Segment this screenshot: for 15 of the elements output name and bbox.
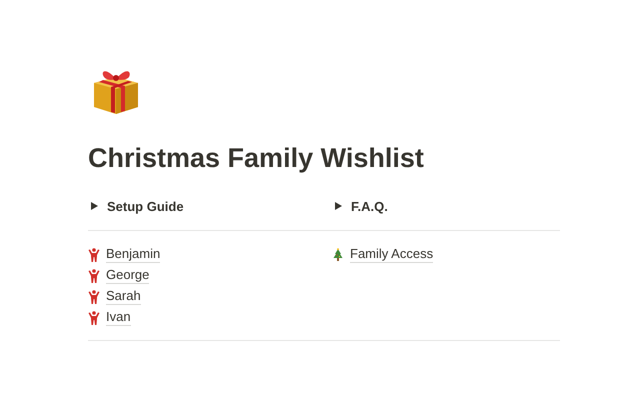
toggle-label[interactable]: Setup Guide — [107, 198, 184, 214]
page-title: Christmas Family Wishlist — [88, 142, 425, 174]
page-link[interactable]: Ivan — [106, 309, 131, 326]
person-icon — [88, 248, 100, 262]
toggle-arrow-icon[interactable] — [90, 202, 98, 210]
person-icon — [88, 310, 100, 324]
christmas-tree-icon — [332, 248, 344, 262]
person-icon — [88, 268, 100, 282]
page-link[interactable]: Sarah — [106, 288, 141, 305]
page-link[interactable]: George — [106, 267, 150, 284]
page-link[interactable]: Family Access — [350, 246, 434, 263]
toggle-label[interactable]: F.A.Q. — [351, 198, 388, 214]
page-link[interactable]: Benjamin — [106, 246, 160, 263]
person-icon — [88, 290, 100, 304]
toggle-arrow-icon[interactable] — [334, 202, 342, 210]
